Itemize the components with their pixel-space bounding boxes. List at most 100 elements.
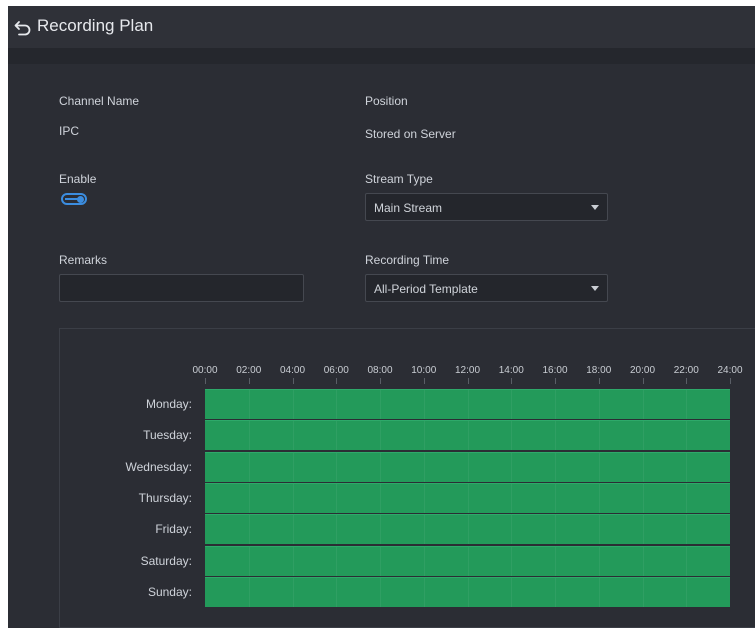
hour-gridline — [598, 546, 600, 576]
hour-gridline — [555, 577, 556, 607]
recording-time-label: Recording Time — [365, 253, 450, 267]
day-label: Wednesday: — [125, 459, 193, 474]
day-schedule-bar[interactable] — [205, 576, 730, 607]
hour-gridline — [642, 577, 644, 607]
hour-gridline — [248, 577, 250, 607]
hour-gridline — [336, 452, 338, 482]
hour-gridline — [686, 421, 688, 451]
day-label: Saturday: — [140, 553, 192, 568]
day-schedule-bar[interactable] — [205, 514, 730, 545]
remarks-input[interactable] — [59, 274, 304, 302]
hour-gridline — [555, 483, 556, 513]
hour-gridline — [248, 483, 250, 513]
hour-gridline — [292, 546, 294, 576]
chevron-down-icon — [591, 286, 599, 291]
hour-gridline — [642, 421, 644, 451]
time-tick-label: 02:00 — [236, 365, 262, 376]
hour-gridline — [642, 515, 644, 545]
time-tick-mark — [423, 378, 425, 384]
channel-name-label: Channel Name — [59, 94, 140, 108]
day-schedule-bar[interactable] — [205, 482, 730, 513]
hour-gridline — [467, 483, 469, 513]
hour-gridline — [598, 483, 600, 513]
day-schedule-bar[interactable] — [205, 389, 730, 419]
hour-gridline — [598, 421, 600, 451]
hour-gridline — [423, 483, 425, 513]
hour-gridline — [292, 515, 294, 545]
channel-name-value: IPC — [59, 124, 80, 138]
time-tick-label: 20:00 — [629, 365, 656, 376]
hour-gridline — [380, 546, 381, 576]
hour-gridline — [248, 390, 250, 419]
stream-type-select[interactable]: Main Stream — [365, 193, 608, 221]
recording-plan-window: Recording Plan Channel Name IPC Enable R… — [8, 6, 755, 628]
recording-time-value: All-Period Template — [374, 282, 478, 296]
hour-gridline — [686, 577, 688, 607]
hour-gridline — [598, 515, 600, 545]
day-schedule-bar[interactable] — [205, 451, 730, 482]
hour-gridline — [686, 546, 688, 576]
hour-gridline — [642, 452, 644, 482]
day-schedule-bar[interactable] — [205, 545, 730, 576]
time-tick-label: 12:00 — [454, 365, 481, 376]
hour-gridline — [423, 577, 425, 607]
time-tick-label: 22:00 — [673, 365, 699, 376]
weekly-schedule: 00:00 02:00 04:00 06:00 08:00 10:00 12:00 14:00… — [59, 328, 755, 628]
hour-gridline — [423, 515, 425, 545]
stream-type-label: Stream Type — [365, 172, 433, 186]
hour-gridline — [423, 452, 425, 482]
time-tick-mark — [642, 378, 644, 384]
hour-gridline — [336, 546, 338, 576]
remarks-label: Remarks — [59, 253, 108, 267]
hour-gridline — [292, 421, 294, 451]
day-label: Sunday: — [147, 584, 192, 599]
hour-gridline — [336, 421, 338, 451]
hour-gridline — [423, 546, 425, 576]
hour-gridline — [686, 483, 688, 513]
hour-gridline — [248, 421, 250, 451]
hour-gridline — [598, 577, 600, 607]
hour-gridline — [336, 515, 338, 545]
hour-gridline — [380, 390, 381, 419]
hour-gridline — [292, 577, 294, 607]
enable-label: Enable — [59, 172, 97, 186]
position-label: Position — [365, 94, 408, 108]
hour-gridline — [511, 452, 513, 482]
hour-gridline — [380, 577, 381, 607]
hour-gridline — [467, 577, 469, 607]
hour-gridline — [511, 515, 513, 545]
stream-type-value: Main Stream — [374, 201, 443, 215]
hour-gridline — [511, 390, 513, 419]
hour-gridline — [248, 515, 250, 545]
time-tick-label: 00:00 — [192, 365, 218, 376]
time-tick-mark — [598, 378, 600, 384]
day-label: Thursday: — [138, 490, 192, 505]
hour-gridline — [336, 483, 338, 513]
time-tick-label: 24:00 — [717, 365, 743, 376]
hour-gridline — [467, 452, 469, 482]
hour-gridline — [642, 483, 644, 513]
time-tick-mark — [467, 378, 469, 384]
time-tick-mark — [686, 378, 688, 384]
hour-gridline — [686, 452, 688, 482]
day-schedule-bar[interactable] — [205, 420, 730, 451]
back-arrow-icon[interactable] — [14, 18, 32, 36]
time-tick-mark — [292, 378, 294, 384]
title-bar: Recording Plan — [8, 6, 755, 48]
hour-gridline — [555, 546, 556, 576]
time-tick-mark — [555, 378, 556, 384]
time-tick-label: 06:00 — [323, 365, 349, 376]
hour-gridline — [380, 483, 381, 513]
time-tick-label: 04:00 — [279, 365, 306, 376]
hour-gridline — [380, 421, 381, 451]
hour-gridline — [555, 421, 556, 451]
time-tick-mark — [511, 378, 513, 384]
hour-gridline — [423, 421, 425, 451]
enable-toggle[interactable] — [61, 193, 87, 205]
hour-gridline — [423, 390, 425, 419]
hour-gridline — [467, 546, 469, 576]
recording-time-select[interactable]: All-Period Template — [365, 274, 608, 302]
hour-gridline — [336, 577, 338, 607]
hour-gridline — [642, 546, 644, 576]
hour-gridline — [336, 390, 338, 419]
